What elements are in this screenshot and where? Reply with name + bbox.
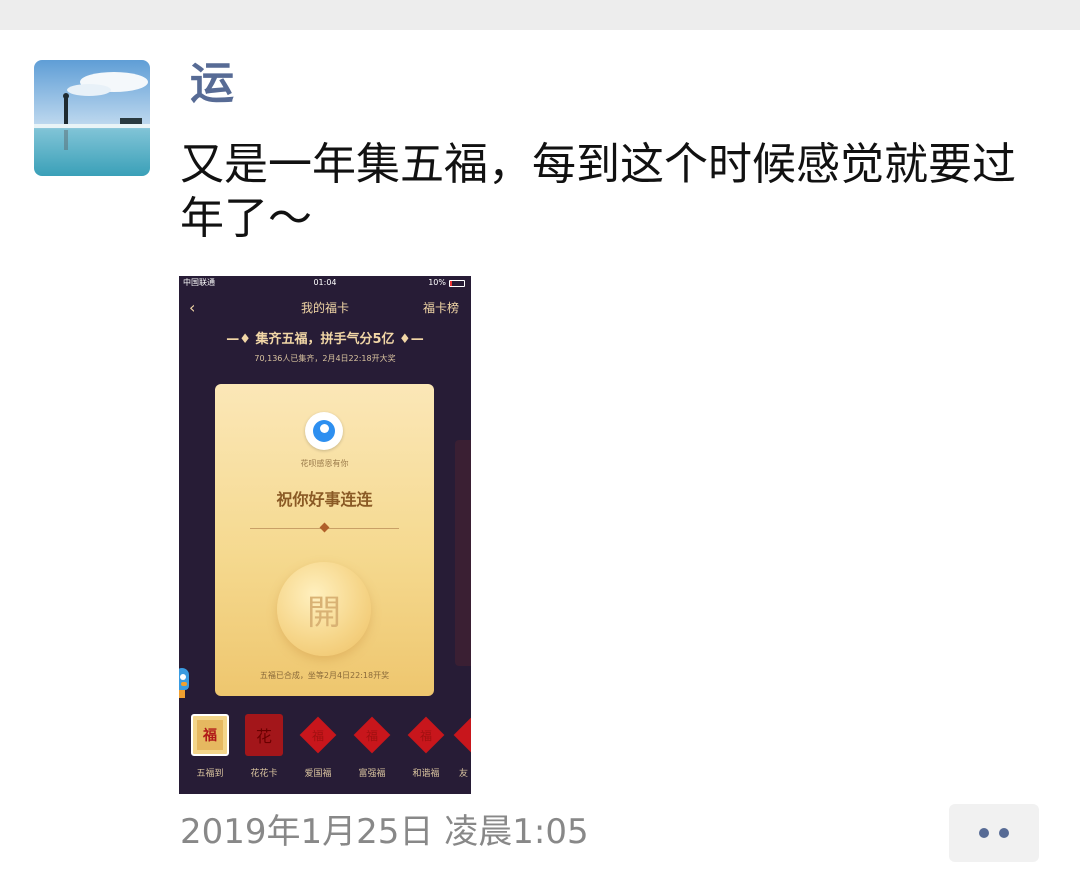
post-text: 又是一年集五福，每到这个时候感觉就要过年了～ [180, 139, 1016, 244]
more-actions-button[interactable] [949, 804, 1039, 862]
app-nav-bar: ‹ 我的福卡 福卡榜 [179, 296, 471, 320]
fu-card-youshan: 友 [453, 714, 471, 779]
card-footer: 五福已合成，坐等2月4日22:18开奖 [259, 671, 390, 680]
battery-indicator: 10% [428, 276, 465, 290]
fu-glyph: 福 [419, 728, 432, 743]
fu-card-aiguo: 福 爱国福 [293, 714, 343, 780]
open-button: 開 [277, 562, 371, 656]
campaign-headline: —♦ 集齐五福，拼手气分5亿 ♦— [226, 332, 424, 347]
campaign-subline: 70,136人已集齐，2月4日22:18开大奖 [254, 354, 396, 363]
fu-card-label: 友 [459, 769, 469, 779]
battery-percent: 10% [428, 278, 446, 287]
post-image[interactable]: 中国联通 01:04 10% ‹ 我的福卡 福卡榜 —♦ 集齐五福，拼手气分5亿… [179, 276, 471, 794]
blessing-card: 花呗感恩有你 祝你好事连连 開 五福已合成，坐等2月4日22:18开奖 [215, 384, 434, 696]
fu-glyph: 福 [365, 728, 378, 743]
fu-glyph: 花 [245, 714, 283, 756]
fu-glyph: 福 [311, 728, 324, 743]
dot-icon [999, 828, 1009, 838]
top-strip [0, 0, 1080, 30]
fu-card-hexie: 福 和谐福 [401, 714, 451, 780]
fu-card-huahua: 花 花花卡 [239, 714, 289, 779]
fu-card-label: 五福到 [196, 769, 224, 779]
avatar-photo [34, 60, 150, 176]
leaderboard-link: 福卡榜 [422, 301, 459, 315]
fu-glyph: 福 [197, 720, 223, 750]
fu-card-label: 爱国福 [304, 769, 332, 779]
fu-card-fuqiang: 福 富强福 [347, 714, 397, 780]
author-name[interactable]: 运 [190, 56, 234, 112]
status-time: 01:04 [313, 278, 337, 287]
fu-card-label: 花花卡 [250, 769, 278, 779]
card-wish: 祝你好事连连 [276, 490, 373, 509]
fu-card-tray: 福 五福到 花 花花卡 福 爱国福 福 富强福 福 和谐福 友 [179, 706, 471, 794]
divider-diamond-icon [319, 522, 330, 533]
post-timestamp: 2019年1月25日 凌晨1:05 [180, 812, 589, 852]
mascot-icon [179, 668, 191, 700]
huabei-logo-icon [305, 412, 343, 450]
status-bar: 中国联通 01:04 10% [179, 276, 471, 290]
fu-card-label: 富强福 [358, 769, 386, 779]
dot-icon [979, 828, 989, 838]
next-card-edge [455, 440, 471, 666]
fu-card-label: 和谐福 [412, 769, 440, 779]
avatar[interactable] [34, 60, 150, 176]
fu-card-wufu: 福 五福到 [185, 714, 235, 779]
card-sponsor: 花呗感恩有你 [300, 459, 349, 468]
battery-icon [449, 279, 465, 287]
